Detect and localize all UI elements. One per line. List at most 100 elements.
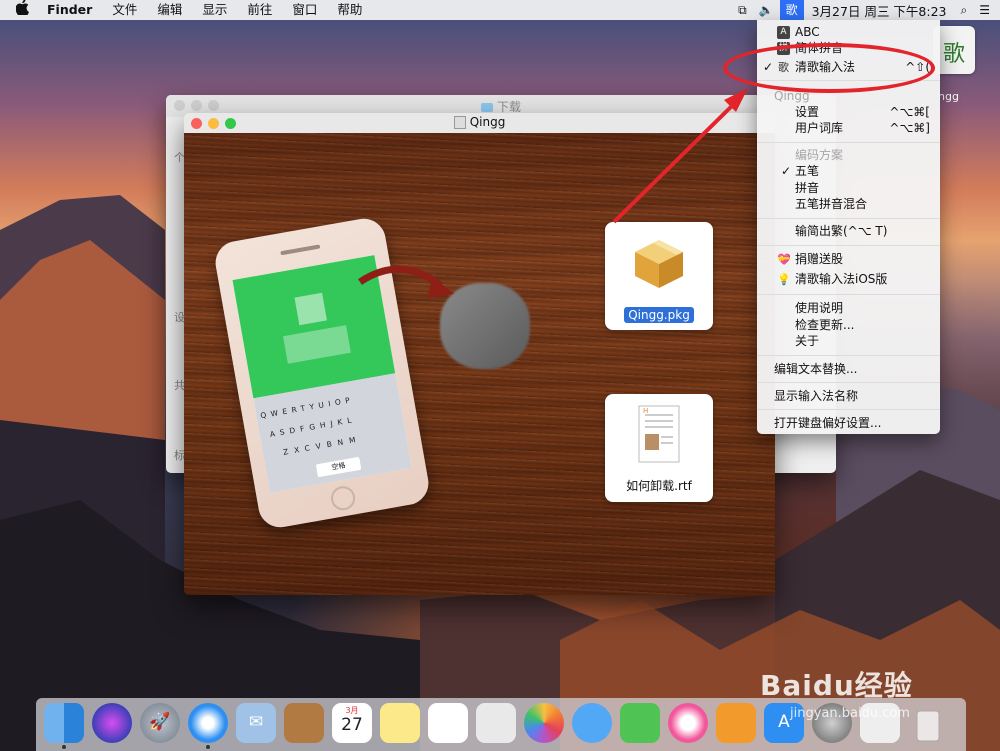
menu-item-text-replace[interactable]: 编辑文本替换... <box>757 361 940 378</box>
menu-separator <box>757 218 940 219</box>
search-icon[interactable]: ⌕ <box>955 0 974 20</box>
notes-icon[interactable] <box>380 703 420 743</box>
menu-item-wubi-pinyin[interactable]: 五笔拼音混合 <box>757 196 940 213</box>
menu-item-label: 五笔拼音混合 <box>795 197 868 211</box>
menu-item-label: 用户词库 <box>795 121 844 135</box>
blurred-text <box>283 325 351 364</box>
calendar-icon[interactable]: 3月 27 <box>332 703 372 743</box>
running-indicator <box>62 745 66 749</box>
menu-item-label: 清歌输入法iOS版 <box>795 272 888 286</box>
photo-booth-icon[interactable] <box>476 703 516 743</box>
baidu-watermark: Baidu经验 <box>760 669 913 702</box>
menu-item-label: 拼音 <box>795 181 820 195</box>
annotation-ellipse <box>723 43 935 93</box>
qingg-window-title: Qingg <box>184 115 775 129</box>
blurred-logo <box>294 292 327 326</box>
menu-go[interactable]: 前往 <box>237 0 282 20</box>
messages-icon[interactable] <box>572 703 612 743</box>
menu-item-label: 编辑文本替换... <box>774 362 858 376</box>
menu-separator <box>757 142 940 143</box>
baidu-watermark-url: jingyan.baidu.com <box>790 706 910 721</box>
menu-item-label: 五笔 <box>795 164 820 178</box>
ibooks-icon[interactable] <box>716 703 756 743</box>
screen-mirroring-icon[interactable]: ⧉ <box>732 0 753 20</box>
menu-item-label: 输简出繁(^⌥ T) <box>795 224 888 238</box>
menu-item-keyboard-prefs[interactable]: 打开键盘偏好设置... <box>757 415 940 432</box>
menu-item-label: 设置 <box>795 105 820 119</box>
qingg-titlebar[interactable]: Qingg <box>184 113 775 133</box>
menu-item-abc[interactable]: A ABC <box>757 24 940 41</box>
menu-separator <box>757 409 940 410</box>
menu-finder[interactable]: Finder <box>37 0 102 20</box>
siri-icon[interactable] <box>92 703 132 743</box>
facetime-icon[interactable] <box>620 703 660 743</box>
gift-icon: 💝 <box>777 253 791 266</box>
menu-item-wubi[interactable]: ✓ 五笔 <box>757 163 940 180</box>
menu-header-encoding: 编码方案 <box>757 147 940 164</box>
launchpad-icon[interactable]: 🚀 <box>140 703 180 743</box>
finder-icon[interactable] <box>44 703 84 743</box>
file-label: 如何卸载.rtf <box>626 479 692 493</box>
desktop-icon-label: ngg <box>938 90 959 103</box>
menu-item-label: 检查更新... <box>795 318 855 332</box>
menu-item-about[interactable]: 关于 <box>757 333 940 350</box>
menu-item-label: 关于 <box>795 334 820 348</box>
calendar-day: 27 <box>341 715 363 735</box>
menu-item-label: 使用说明 <box>795 301 844 315</box>
keyboard-row-3: ZXCVBNM <box>282 434 363 457</box>
svg-text:H: H <box>643 407 648 415</box>
phone-speaker <box>280 244 321 256</box>
list-icon[interactable]: ☰ <box>973 0 1000 20</box>
contacts-icon[interactable] <box>284 703 324 743</box>
menu-item-ios[interactable]: 💡 清歌输入法iOS版 <box>757 271 940 288</box>
menu-item-manual[interactable]: 使用说明 <box>757 300 940 317</box>
menu-edit[interactable]: 编辑 <box>147 0 192 20</box>
menu-help[interactable]: 帮助 <box>327 0 372 20</box>
menu-item-pinyin-scheme[interactable]: 拼音 <box>757 180 940 197</box>
menu-item-traditional[interactable]: 输简出繁(^⌥ T) <box>757 223 940 240</box>
keyboard-row-2: ASDFGHJKL <box>269 414 358 439</box>
menu-item-shortcut: ^⌥⌘] <box>889 121 930 135</box>
menu-item-shortcut: ^⌥⌘[ <box>889 105 930 119</box>
keyboard-space: 空格 <box>315 456 362 478</box>
running-indicator <box>206 745 210 749</box>
menu-file[interactable]: 文件 <box>102 0 147 20</box>
reminders-icon[interactable] <box>428 703 468 743</box>
volume-icon[interactable]: 🔈 <box>753 0 780 20</box>
menu-item-check-update[interactable]: 检查更新... <box>757 317 940 334</box>
disk-image-icon <box>453 116 466 129</box>
menu-separator <box>757 294 940 295</box>
menu-window[interactable]: 窗口 <box>282 0 327 20</box>
itunes-icon[interactable] <box>668 703 708 743</box>
menu-bar: Finder 文件 编辑 显示 前往 窗口 帮助 ⧉ 🔈 歌 3月27日 周三 … <box>0 0 1000 20</box>
menu-item-label: 打开键盘偏好设置... <box>774 416 882 430</box>
file-uninstall-rtf[interactable]: H 如何卸载.rtf <box>605 394 713 502</box>
menu-separator <box>757 245 940 246</box>
mail-icon[interactable]: ✉ <box>236 703 276 743</box>
file-qingg-pkg[interactable]: Qingg.pkg <box>605 222 713 330</box>
apple-menu-icon[interactable] <box>0 0 37 21</box>
menu-item-label: 显示输入法名称 <box>774 389 859 403</box>
checkmark-icon: ✓ <box>781 164 792 178</box>
safari-icon[interactable] <box>188 703 228 743</box>
abc-icon: A <box>777 26 790 39</box>
menu-view[interactable]: 显示 <box>192 0 237 20</box>
document-icon: H <box>638 405 680 463</box>
menu-item-label: 捐赠送股 <box>795 252 844 266</box>
trash-icon[interactable] <box>908 703 948 743</box>
package-icon <box>635 240 683 288</box>
menu-item-label: ABC <box>795 25 820 39</box>
window-title-text: 下载 <box>496 100 521 114</box>
menu-item-user-dict[interactable]: 用户词库 ^⌥⌘] <box>757 120 940 137</box>
window-title-text: Qingg <box>469 115 506 129</box>
menu-item-donate[interactable]: 💝 捐赠送股 <box>757 251 940 268</box>
menubar-clock[interactable]: 3月27日 周三 下午8:23 <box>804 1 955 20</box>
blurred-app-icon <box>440 283 530 369</box>
menu-item-show-name[interactable]: 显示输入法名称 <box>757 388 940 405</box>
input-method-icon[interactable]: 歌 <box>779 0 804 20</box>
menu-separator <box>757 355 940 356</box>
photos-icon[interactable] <box>524 703 564 743</box>
menu-item-settings[interactable]: 设置 ^⌥⌘[ <box>757 104 940 121</box>
file-label: Qingg.pkg <box>605 307 713 323</box>
phone-home-button <box>329 484 357 513</box>
